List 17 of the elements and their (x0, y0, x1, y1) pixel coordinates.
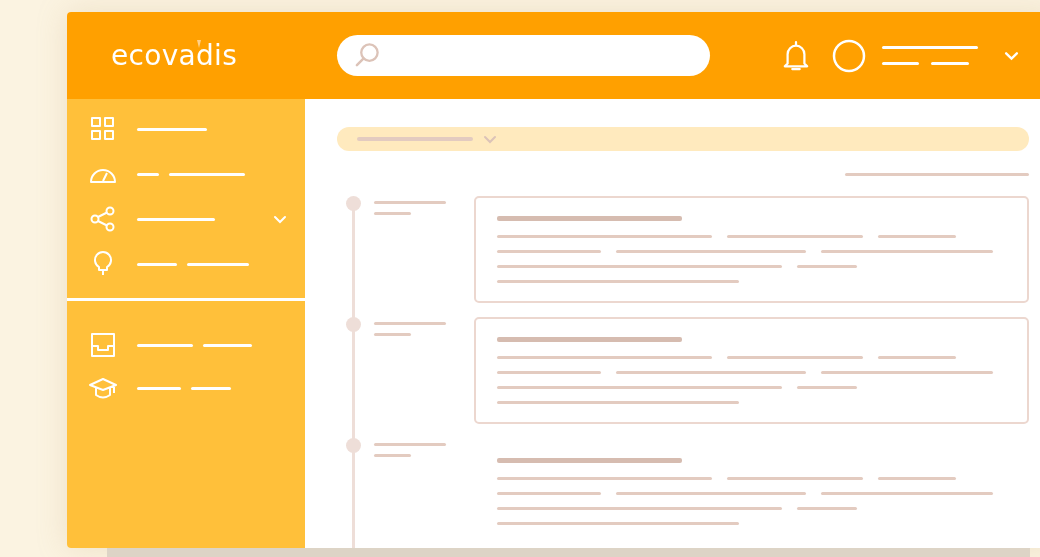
filter-dropdown[interactable] (337, 127, 1029, 151)
bell-icon[interactable] (782, 38, 810, 73)
grid-icon (89, 115, 117, 143)
chevron-down-icon (483, 134, 497, 144)
activity-card[interactable] (474, 196, 1029, 303)
chevron-down-icon[interactable] (1004, 50, 1019, 61)
inbox-icon (89, 331, 117, 359)
activity-card[interactable] (474, 317, 1029, 424)
date-drawing (374, 322, 446, 336)
logo: ecovadis (111, 39, 239, 72)
date-drawing (374, 443, 446, 457)
avatar-icon[interactable] (832, 38, 866, 73)
date-drawing (374, 201, 446, 215)
search-field[interactable] (337, 35, 710, 76)
chevron-down-icon[interactable] (273, 214, 287, 224)
share-icon (89, 205, 117, 233)
search-icon (354, 42, 381, 69)
